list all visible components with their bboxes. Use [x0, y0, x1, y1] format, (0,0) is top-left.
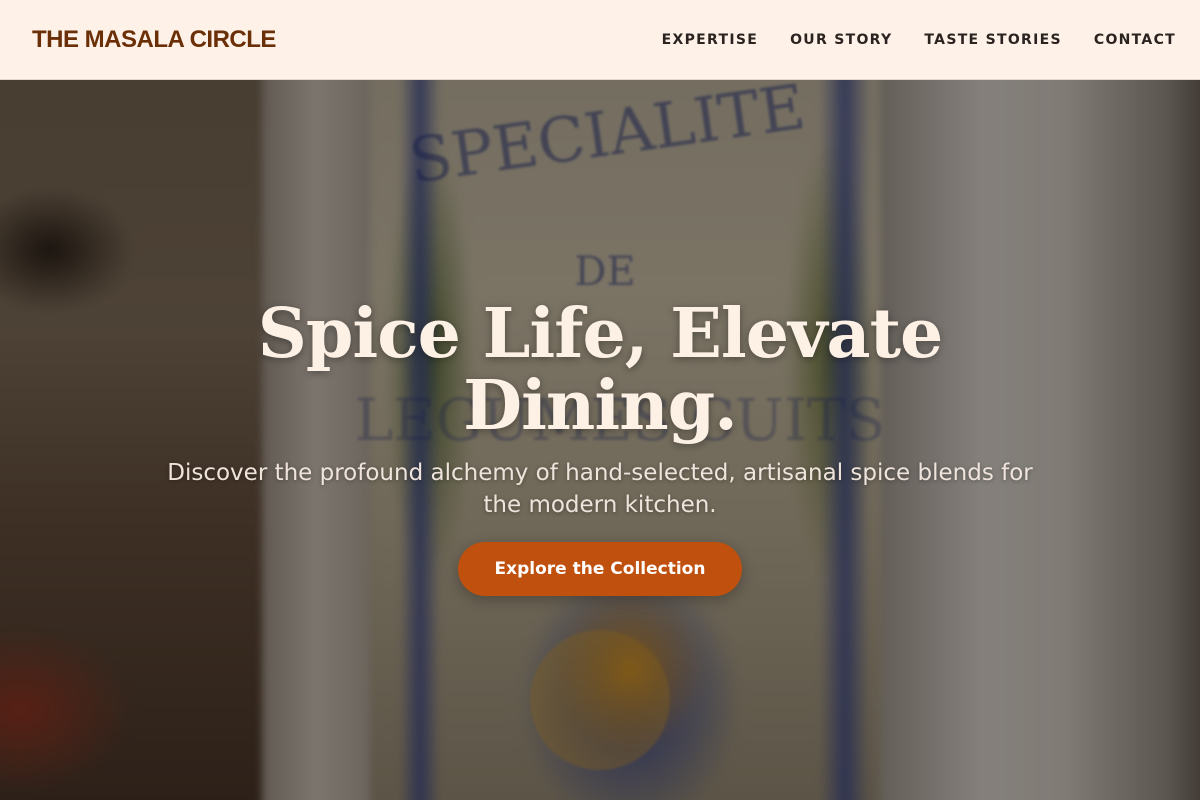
hero-subtitle: Discover the profound alchemy of hand-se… — [167, 460, 1033, 518]
site-header: THE MASALA CIRCLE EXPERTISE OUR STORY TA… — [0, 0, 1200, 80]
hero-title: Spice Life, Elevate Dining. — [257, 294, 944, 446]
nav-link-expertise[interactable]: EXPERTISE — [662, 32, 758, 48]
brand-logo[interactable]: THE MASALA CIRCLE — [32, 26, 276, 54]
nav-link-our-story[interactable]: OUR STORY — [790, 32, 892, 48]
explore-collection-button[interactable]: Explore the Collection — [458, 542, 742, 596]
hero-content: Spice Life, Elevate Dining. Discover the… — [0, 80, 1200, 800]
nav-link-contact[interactable]: CONTACT — [1094, 32, 1176, 48]
main-nav: EXPERTISE OUR STORY TASTE STORIES CONTAC… — [662, 32, 1176, 48]
nav-link-taste-stories[interactable]: TASTE STORIES — [924, 32, 1061, 48]
